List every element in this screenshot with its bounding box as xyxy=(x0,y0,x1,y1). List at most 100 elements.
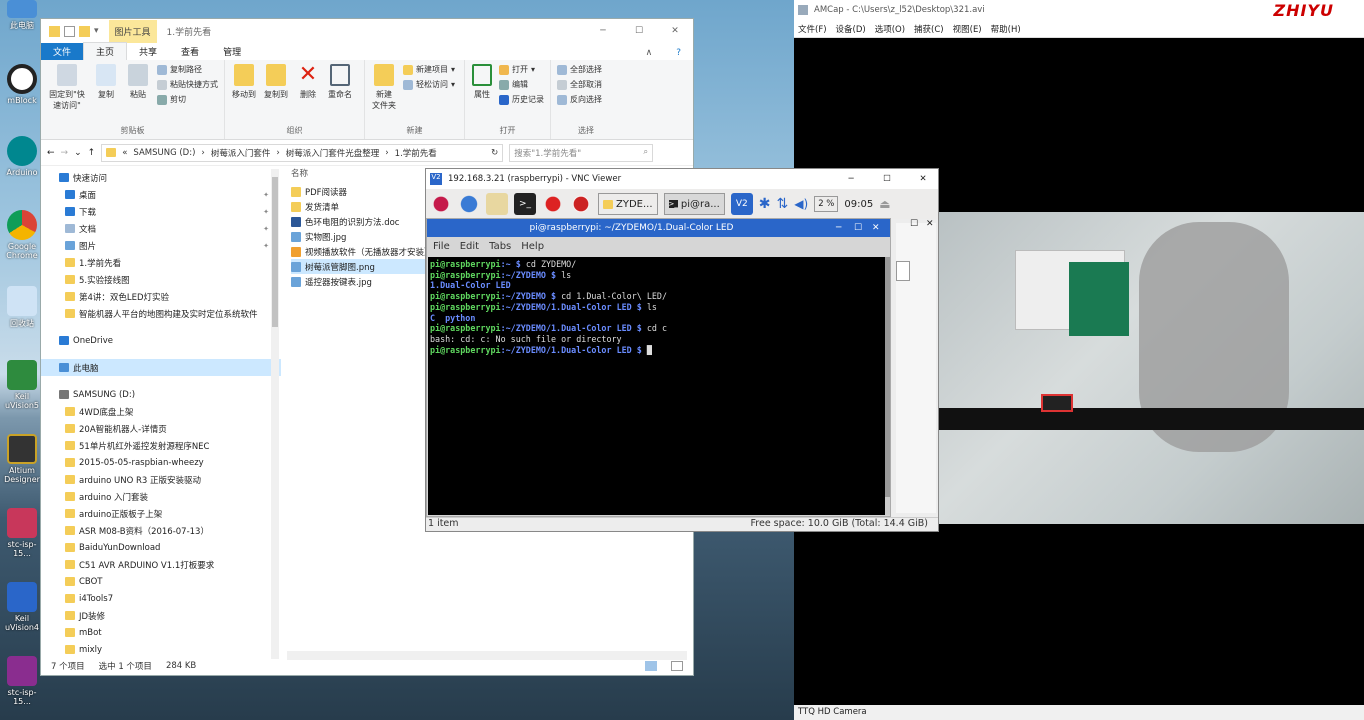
keil5-desktop-icon[interactable]: Keil uVision5 xyxy=(0,360,44,410)
nav-item[interactable]: OneDrive xyxy=(41,332,281,349)
nav-item[interactable]: 51单片机红外遥控发射源程序NEC xyxy=(41,437,281,454)
vnc-server-icon[interactable]: V2 xyxy=(730,193,753,215)
fm-close-icon[interactable]: ✕ xyxy=(926,219,934,229)
details-view-icon[interactable] xyxy=(645,661,657,671)
file-item[interactable]: 色环电阻的识别方法.doc xyxy=(291,214,441,229)
new-item-button[interactable]: 新建项目 ▾ xyxy=(403,64,455,75)
new-folder-button[interactable]: 新建 文件夹 xyxy=(371,64,397,111)
mathematica-icon[interactable] xyxy=(542,193,564,215)
file-item[interactable]: 视频播放软件（无播放器才安装） xyxy=(291,244,441,259)
recent-dropdown-icon[interactable]: ⌄ xyxy=(74,148,82,158)
stcisp2-desktop-icon[interactable]: stc-isp-15... xyxy=(0,656,44,706)
wolfram-icon[interactable] xyxy=(570,193,592,215)
large-icons-view-icon[interactable] xyxy=(671,661,683,671)
fm-path-field[interactable] xyxy=(896,261,910,281)
menu-view[interactable]: 视图(E) xyxy=(953,23,982,35)
chrome-desktop-icon[interactable]: Google Chrome xyxy=(0,210,44,260)
nav-item[interactable]: arduino UNO R3 正版安装驱动 xyxy=(41,471,281,488)
ribbon-collapse-icon[interactable]: ∧ xyxy=(634,46,665,60)
help-icon[interactable]: ? xyxy=(664,46,693,60)
pin-icon[interactable]: ✦ xyxy=(263,225,269,233)
back-arrow-icon[interactable]: ← xyxy=(47,148,55,158)
menu-file[interactable]: 文件(F) xyxy=(798,23,827,35)
terminal-close[interactable]: ✕ xyxy=(872,223,890,233)
pin-icon[interactable]: ✦ xyxy=(263,242,269,250)
keil4-desktop-icon[interactable]: Keil uVision4 xyxy=(0,582,44,632)
maximize-button[interactable]: ☐ xyxy=(621,26,657,36)
network-icon[interactable]: ⇅ xyxy=(777,196,789,212)
nav-item[interactable]: 4WD底盘上架 xyxy=(41,403,281,420)
raspberry-menu-icon[interactable] xyxy=(430,193,452,215)
breadcrumb-kit[interactable]: 树莓派入门套件 xyxy=(211,147,271,159)
file-manager-icon[interactable] xyxy=(486,193,508,215)
breadcrumb-drive[interactable]: SAMSUNG (D:) xyxy=(133,148,195,158)
file-item[interactable]: 发货清单 xyxy=(291,199,441,214)
nav-item[interactable]: BaiduYunDownload xyxy=(41,539,281,556)
address-bar[interactable]: « SAMSUNG (D:) › 树莓派入门套件 › 树莓派入门套件光盘整理 ›… xyxy=(101,143,504,162)
pin-icon[interactable]: ✦ xyxy=(263,191,269,199)
nav-item[interactable]: arduino 入门套装 xyxy=(41,488,281,505)
terminal-scrollbar[interactable] xyxy=(885,257,890,515)
move-to-button[interactable]: 移动到 xyxy=(231,64,257,100)
menu-device[interactable]: 设备(D) xyxy=(836,23,866,35)
terminal-launch-icon[interactable]: >_ xyxy=(514,193,536,215)
copy-to-button[interactable]: 复制到 xyxy=(263,64,289,100)
stcisp-desktop-icon[interactable]: stc-isp-15... xyxy=(0,508,44,558)
menu-capture[interactable]: 捕获(C) xyxy=(914,23,944,35)
delete-button[interactable]: ✕ 删除 xyxy=(295,64,321,100)
refresh-icon[interactable]: ↻ xyxy=(491,148,498,158)
nav-item[interactable]: 图片 ✦ xyxy=(41,237,281,254)
nav-item[interactable]: 智能机器人平台的地图构建及实时定位系统软件 xyxy=(41,305,281,322)
select-none-button[interactable]: 全部取消 xyxy=(557,79,602,90)
nav-scroll-thumb[interactable] xyxy=(272,177,278,327)
task-file-manager[interactable]: ZYDE... xyxy=(598,193,658,215)
nav-item[interactable]: JD装修 xyxy=(41,607,281,624)
new-folder-qa-icon[interactable] xyxy=(79,25,90,37)
menu-help[interactable]: 帮助(H) xyxy=(991,23,1021,35)
select-all-button[interactable]: 全部选择 xyxy=(557,64,602,75)
nav-item[interactable]: arduino正版板子上架 xyxy=(41,505,281,522)
nav-item[interactable]: C51 AVR ARDUINO V1.1打板要求 xyxy=(41,556,281,573)
rename-button[interactable]: 重命名 xyxy=(327,64,353,100)
paste-button[interactable]: 粘贴 xyxy=(125,64,151,100)
nav-item[interactable]: 第4讲：双色LED灯实验 xyxy=(41,288,281,305)
nav-item[interactable]: 2015-05-05-raspbian-wheezy xyxy=(41,454,281,471)
recycle-bin-desktop-icon[interactable]: 回收站 xyxy=(0,286,44,329)
pin-icon[interactable]: ✦ xyxy=(263,208,269,216)
nav-item[interactable]: SAMSUNG (D:) xyxy=(41,386,281,403)
fm-maximize-icon[interactable]: ☐ xyxy=(910,219,918,229)
nav-item[interactable]: 下载 ✦ xyxy=(41,203,281,220)
qa-dropdown-icon[interactable]: ▾ xyxy=(94,26,99,36)
invert-selection-button[interactable]: 反向选择 xyxy=(557,94,602,105)
easy-access-button[interactable]: 轻松访问 ▾ xyxy=(403,79,455,90)
breadcrumb-cd[interactable]: 树莓派入门套件光盘整理 xyxy=(286,147,380,159)
vnc-maximize-button[interactable]: ☐ xyxy=(872,174,902,184)
term-menu-edit[interactable]: Edit xyxy=(460,241,479,252)
nav-item[interactable]: 此电脑 xyxy=(41,359,281,376)
terminal-minimize[interactable]: ─ xyxy=(836,223,854,233)
tab-share[interactable]: 共享 xyxy=(127,43,169,60)
nav-item[interactable]: mBot xyxy=(41,624,281,641)
nav-item[interactable]: ASR M08-B资料（2016-07-13） xyxy=(41,522,281,539)
nav-item[interactable]: 快速访问 xyxy=(41,169,281,186)
column-header-name[interactable]: 名称 xyxy=(291,165,441,180)
nav-item[interactable]: mixly xyxy=(41,641,281,658)
nav-item[interactable]: 5.实验接线图 xyxy=(41,271,281,288)
edit-button[interactable]: 编辑 xyxy=(499,79,544,90)
up-arrow-icon[interactable]: ↑ xyxy=(88,148,96,158)
tab-view[interactable]: 查看 xyxy=(169,43,211,60)
arduino-desktop-icon[interactable]: Arduino xyxy=(0,136,44,177)
browser-icon[interactable] xyxy=(458,193,480,215)
tab-file[interactable]: 文件 xyxy=(41,43,84,60)
copy-button[interactable]: 复制 xyxy=(93,64,119,100)
terminal-output[interactable]: pi@raspberrypi:~ $ cd ZYDEMO/pi@raspberr… xyxy=(428,257,887,515)
mblock-desktop-icon[interactable]: mBlock xyxy=(0,64,44,105)
nav-item[interactable]: 1.学前先看 xyxy=(41,254,281,271)
forward-arrow-icon[interactable]: → xyxy=(61,148,69,158)
pin-quick-access-button[interactable]: 固定到"快速访问" xyxy=(47,64,87,111)
nav-item[interactable]: 桌面 ✦ xyxy=(41,186,281,203)
file-item[interactable]: 遥控器按键表.jpg xyxy=(291,274,441,289)
nav-item[interactable]: 20A智能机器人-详情页 xyxy=(41,420,281,437)
terminal-maximize[interactable]: ☐ xyxy=(854,223,872,233)
vnc-minimize-button[interactable]: ─ xyxy=(836,174,866,184)
